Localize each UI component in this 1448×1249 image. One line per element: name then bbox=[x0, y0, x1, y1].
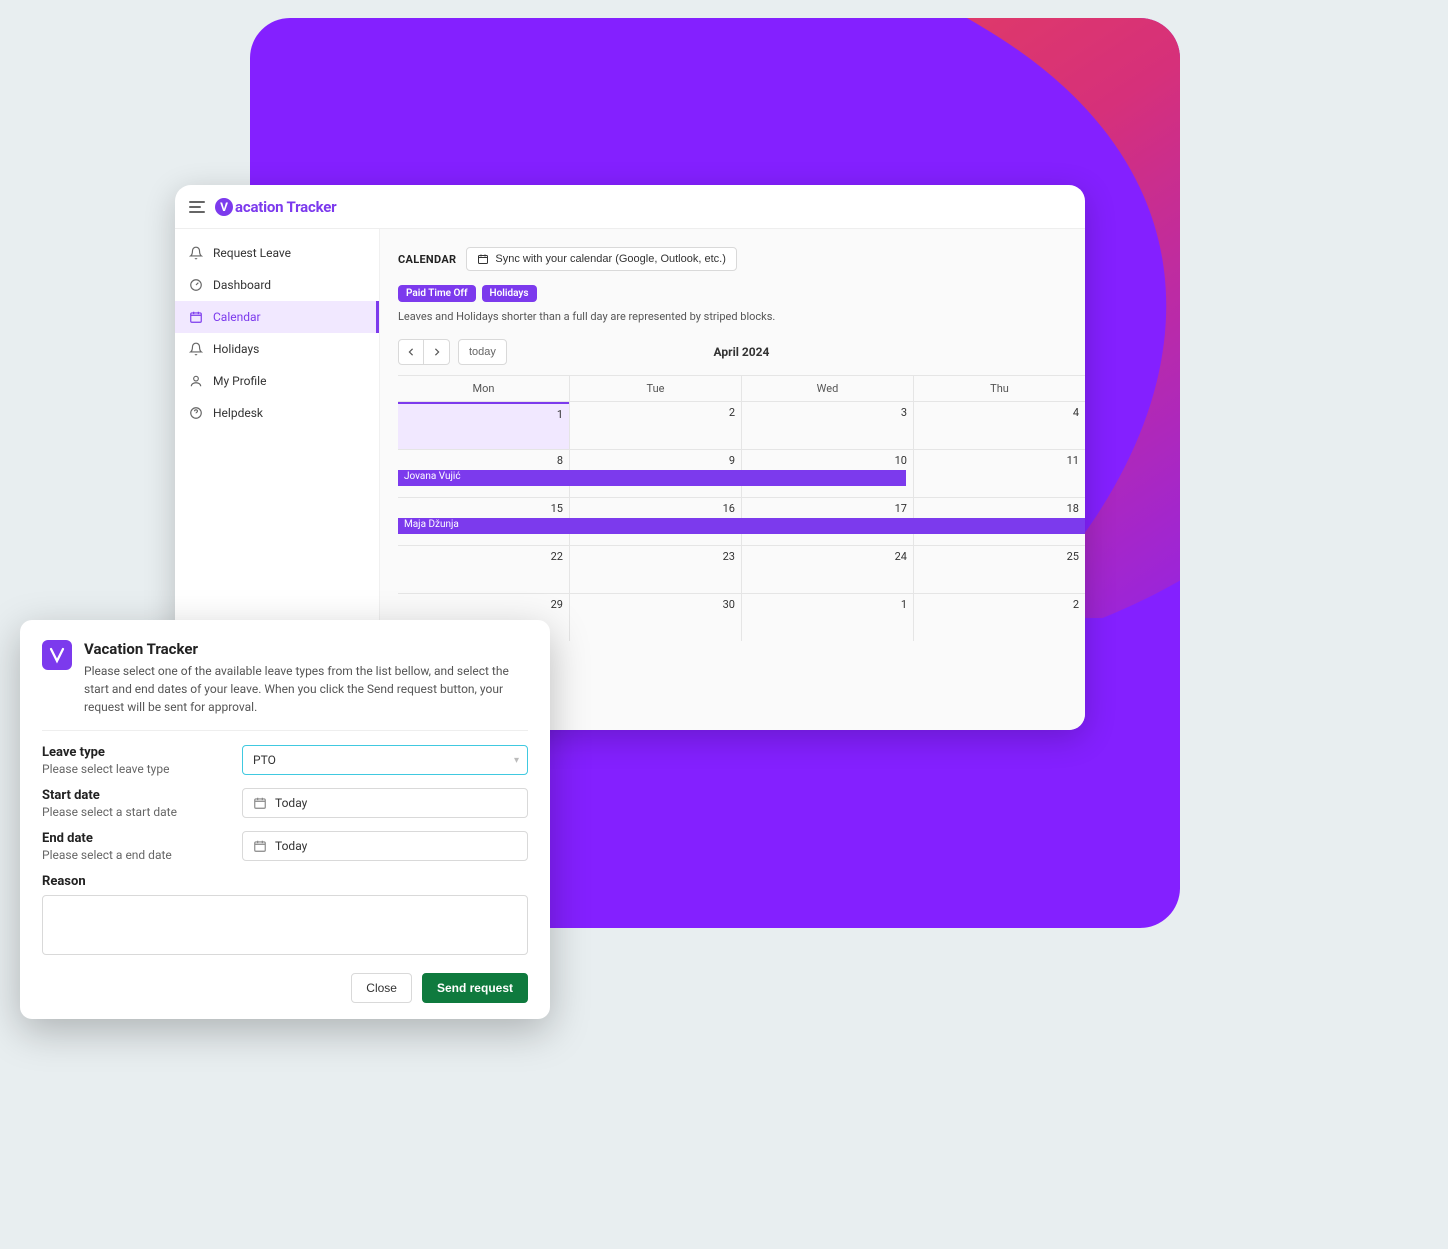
sidebar-item-my-profile[interactable]: My Profile bbox=[175, 365, 379, 397]
sidebar-item-label: Dashboard bbox=[213, 278, 271, 292]
calendar-cell[interactable]: 23 bbox=[569, 546, 741, 593]
calendar-icon bbox=[189, 310, 203, 324]
calendar-cell[interactable]: 2 bbox=[913, 594, 1085, 641]
app-icon bbox=[42, 640, 72, 670]
start-date-value: Today bbox=[275, 796, 307, 810]
calendar-cell[interactable]: 1 bbox=[741, 594, 913, 641]
month-label: April 2024 bbox=[714, 345, 770, 359]
calendar-cell[interactable]: 3 bbox=[741, 402, 913, 449]
divider bbox=[42, 730, 528, 731]
event-bar[interactable]: Jovana Vujić bbox=[398, 470, 906, 486]
event-bar[interactable]: Maja Džunja bbox=[398, 518, 1085, 534]
start-date-sublabel: Please select a start date bbox=[42, 805, 242, 819]
reason-textarea[interactable] bbox=[42, 895, 528, 955]
prev-month-button[interactable] bbox=[398, 339, 424, 365]
sidebar-item-label: Helpdesk bbox=[213, 406, 263, 420]
app-header: V acation Tracker bbox=[175, 185, 1085, 229]
sidebar-item-helpdesk[interactable]: Helpdesk bbox=[175, 397, 379, 429]
day-header: Mon bbox=[398, 376, 569, 401]
user-icon bbox=[189, 374, 203, 388]
menu-toggle-icon[interactable] bbox=[189, 201, 205, 213]
calendar-icon bbox=[477, 253, 489, 265]
logo-icon bbox=[48, 646, 66, 664]
sidebar-item-request-leave[interactable]: Request Leave bbox=[175, 237, 379, 269]
page-title: CALENDAR bbox=[398, 253, 456, 266]
sidebar-item-label: My Profile bbox=[213, 374, 266, 388]
gauge-icon bbox=[189, 278, 203, 292]
day-header: Wed bbox=[741, 376, 913, 401]
calendar-cell[interactable]: 24 bbox=[741, 546, 913, 593]
leave-type-select[interactable]: PTO ▾ bbox=[242, 745, 528, 775]
calendar-cell[interactable]: 25 bbox=[913, 546, 1085, 593]
sidebar-item-label: Holidays bbox=[213, 342, 259, 356]
close-button[interactable]: Close bbox=[351, 973, 412, 1003]
chevron-down-icon: ▾ bbox=[514, 755, 519, 766]
sidebar-item-calendar[interactable]: Calendar bbox=[175, 301, 379, 333]
day-header: Thu bbox=[913, 376, 1085, 401]
end-date-sublabel: Please select a end date bbox=[42, 848, 242, 862]
leave-type-sublabel: Please select leave type bbox=[42, 762, 242, 776]
sync-calendar-button[interactable]: Sync with your calendar (Google, Outlook… bbox=[466, 247, 737, 271]
logo: V acation Tracker bbox=[215, 198, 336, 216]
start-date-label: Start date bbox=[42, 788, 242, 803]
sidebar-item-holidays[interactable]: Holidays bbox=[175, 333, 379, 365]
end-date-input[interactable]: Today bbox=[242, 831, 528, 861]
pill-holidays[interactable]: Holidays bbox=[482, 285, 537, 302]
calendar-cell[interactable]: 22 bbox=[398, 546, 569, 593]
calendar-cell[interactable]: 1 bbox=[398, 402, 569, 449]
bell-icon bbox=[189, 246, 203, 260]
request-leave-modal: Vacation Tracker Please select one of th… bbox=[20, 620, 550, 1019]
chevron-left-icon bbox=[407, 348, 415, 356]
calendar-cell[interactable]: 2 bbox=[569, 402, 741, 449]
next-month-button[interactable] bbox=[424, 339, 450, 365]
sidebar-item-dashboard[interactable]: Dashboard bbox=[175, 269, 379, 301]
pill-paid-time-off[interactable]: Paid Time Off bbox=[398, 285, 476, 302]
sidebar-item-label: Calendar bbox=[213, 310, 261, 324]
day-header: Tue bbox=[569, 376, 741, 401]
logo-text: acation Tracker bbox=[235, 198, 336, 216]
end-date-label: End date bbox=[42, 831, 242, 846]
calendar-grid: Mon Tue Wed Thu 1 2 3 4 8 9 10 bbox=[398, 375, 1085, 641]
start-date-input[interactable]: Today bbox=[242, 788, 528, 818]
calendar-icon bbox=[253, 796, 267, 810]
calendar-cell[interactable]: 11 bbox=[913, 450, 1085, 497]
end-date-value: Today bbox=[275, 839, 307, 853]
sync-label: Sync with your calendar (Google, Outlook… bbox=[495, 253, 726, 265]
logo-mark: V bbox=[215, 198, 233, 216]
leave-type-label: Leave type bbox=[42, 745, 242, 760]
modal-title: Vacation Tracker bbox=[84, 640, 528, 658]
today-button[interactable]: today bbox=[458, 339, 507, 365]
help-icon bbox=[189, 406, 203, 420]
sidebar-item-label: Request Leave bbox=[213, 246, 291, 260]
modal-description: Please select one of the available leave… bbox=[84, 662, 528, 716]
help-text: Leaves and Holidays shorter than a full … bbox=[398, 310, 1085, 323]
bell-icon bbox=[189, 342, 203, 356]
send-request-button[interactable]: Send request bbox=[422, 973, 528, 1003]
reason-label: Reason bbox=[42, 874, 528, 889]
filter-pills: Paid Time Off Holidays bbox=[398, 285, 1085, 302]
calendar-cell[interactable]: 4 bbox=[913, 402, 1085, 449]
chevron-right-icon bbox=[433, 348, 441, 356]
leave-type-value: PTO bbox=[253, 753, 276, 767]
calendar-cell[interactable]: 30 bbox=[569, 594, 741, 641]
calendar-icon bbox=[253, 839, 267, 853]
